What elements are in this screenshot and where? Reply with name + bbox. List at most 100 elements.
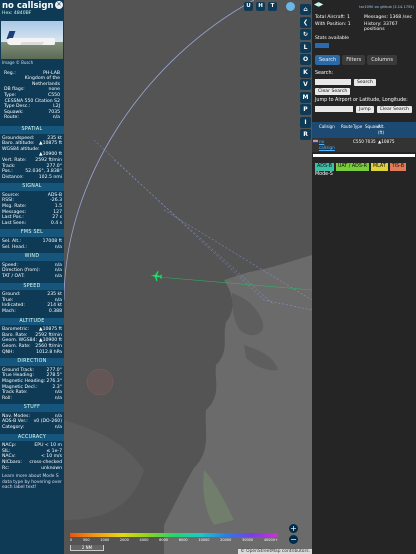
section-wind: WIND: [0, 253, 64, 261]
info-footer: Learn more about Mode S data type by hov…: [2, 474, 62, 491]
stats-grid: Total Aircraft: 1 Messages: 1368 /sec With…: [312, 12, 416, 36]
stat-cell: With Position: 1: [315, 21, 351, 27]
app-root: no callsign Hex: 4840BF ✕ Image © Busch …: [0, 0, 416, 554]
legend-chip[interactable]: UAT / ADS-R: [335, 162, 369, 171]
field-value: n/a: [54, 425, 62, 431]
table-scrollbar[interactable]: [313, 153, 415, 157]
cell-alt: ▲10875: [378, 138, 395, 144]
version-link[interactable]: tar1090 on github (3.14.1755): [359, 4, 414, 10]
signal-block: Source: ADS-B RSSI: -26.3 Msg. Rate: 1.5 Messa…: [0, 193, 64, 227]
section-altitude: ALTITUDE: [0, 317, 64, 326]
field-value: 0.388: [48, 308, 62, 314]
aircraft-table-body: no callsign C550 7035 ▲10875: [312, 137, 416, 152]
zoom-in-button[interactable]: +: [289, 524, 298, 533]
field-label: TAT / OAT:: [2, 274, 25, 279]
column-header[interactable]: [391, 124, 405, 136]
altitude-label: 6000: [159, 538, 169, 542]
field-label: Rc:: [2, 465, 10, 471]
direction-row: Roll: n/a: [0, 396, 64, 402]
map-button-t[interactable]: T: [268, 2, 277, 11]
cell-squawk: 7035: [365, 138, 376, 144]
search-box: Search: Search Clear Search Jump to Airp…: [312, 68, 416, 116]
toolbar-l[interactable]: L: [300, 41, 311, 53]
toolbar-k[interactable]: K: [300, 66, 311, 78]
column-header[interactable]: Route: [341, 124, 353, 136]
legend-chip[interactable]: TIS-B: [389, 162, 406, 171]
tab-search[interactable]: Search: [315, 54, 341, 65]
aircraft-photo[interactable]: [1, 21, 63, 59]
altitude-label: 2000: [119, 538, 129, 542]
map-button-h[interactable]: H: [256, 2, 265, 11]
table-row[interactable]: no callsign C550 7035 ▲10875: [312, 137, 416, 152]
callsign-title: no callsign: [2, 1, 54, 11]
toolbar-m[interactable]: M: [300, 91, 311, 103]
map-canvas[interactable]: U H T + − 0 500 1000 2000 4000 6000 8000 10000 2…: [64, 0, 312, 554]
altitude-label: 4000: [139, 538, 149, 542]
clear-search-button[interactable]: Clear Search: [315, 87, 351, 95]
field-label: Roll:: [2, 395, 12, 401]
section-stuff: STUFF: [0, 404, 64, 412]
hex-code: Hex: 4840BF: [2, 11, 32, 16]
spatial-row: Distance: 102.5 nmi: [0, 175, 64, 181]
registration-block: Reg.: PH-LAB Kingdom of the Netherlands DB …: [0, 69, 64, 123]
map-svg: [64, 0, 312, 554]
clear-jump-button[interactable]: Clear Search: [376, 105, 412, 113]
map-toolbar: ⌂ ❮ ↻ L O K V M P I R: [299, 0, 312, 554]
mode-s-label: Mode-S: [315, 171, 333, 177]
close-icon[interactable]: ✕: [55, 1, 63, 9]
cell-callsign[interactable]: no callsign: [319, 139, 341, 151]
toolbar-p[interactable]: P: [300, 104, 311, 115]
toolbar-o[interactable]: O: [300, 54, 311, 65]
fields_top-row: Route: n/a: [2, 115, 62, 121]
stuff-row: Category: n/a: [0, 425, 64, 431]
stats-button[interactable]: [315, 42, 329, 48]
field-value: n/a: [54, 274, 62, 279]
field-value: n/a: [52, 115, 60, 121]
photo-credit: Image © Busch: [2, 60, 34, 65]
tab-columns[interactable]: Columns: [367, 54, 397, 65]
toolbar-i[interactable]: I: [300, 116, 311, 128]
legend-chip[interactable]: MLAT: [370, 162, 388, 171]
field-label: Mach:: [2, 308, 16, 314]
altitude-color-bar: [70, 533, 278, 537]
altitude-label: 500: [82, 538, 90, 542]
column-header[interactable]: Callsign: [319, 124, 341, 136]
speed-block: Ground: 235 kt True: n/a Indicated: 214 kt Mac…: [0, 292, 64, 314]
info-header: no callsign Hex: 4840BF ✕: [0, 0, 64, 21]
map-button-u[interactable]: U: [244, 2, 253, 11]
wind-block: Speed: n/a Direction (from): n/a TAT / OAT: n…: [0, 263, 64, 280]
collapse-icon[interactable]: ❮: [300, 16, 311, 28]
jump-input[interactable]: [315, 106, 353, 112]
altitude-labels: 0 500 1000 2000 4000 6000 8000 10000 20000 30000 4…: [70, 538, 278, 542]
signal-row: Last Seen: 0.4 s: [0, 221, 64, 227]
layers-icon[interactable]: [286, 2, 295, 11]
sidebar-top: ◀▶ tar1090 on github (3.14.1755): [312, 0, 416, 12]
zoom-out-button[interactable]: −: [289, 535, 298, 544]
altitude-row: QNH: 1012.8 hPa: [0, 350, 64, 356]
field-value: 102.5 nmi: [38, 174, 62, 180]
column-header[interactable]: Alt. (ft): [378, 124, 391, 136]
jump-button[interactable]: Jump: [356, 105, 374, 113]
search-button[interactable]: Search: [354, 78, 376, 86]
cell-type: C550: [353, 138, 364, 144]
column-header[interactable]: Squawk: [365, 124, 381, 136]
column-header[interactable]: Type: [353, 124, 365, 136]
toolbar-r[interactable]: R: [300, 129, 311, 140]
source-legend: ADS-B UAT / ADS-R MLAT TIS-B: [312, 159, 416, 172]
section-direction: DIRECTION: [0, 358, 64, 366]
altitude-label: 20000: [220, 538, 232, 542]
search-input[interactable]: [315, 79, 351, 85]
section-accuracy: ACCURACY: [0, 433, 64, 442]
field-value: 0.4 s: [50, 220, 62, 226]
fms-row: Sel. Head.: n/a: [0, 245, 64, 251]
toolbar-v[interactable]: V: [300, 79, 311, 90]
tab-filters[interactable]: Filters: [342, 54, 366, 65]
field-label: Route:: [4, 115, 19, 121]
reset-icon[interactable]: ↻: [300, 29, 311, 40]
aircraft-info-panel: no callsign Hex: 4840BF ✕ Image © Busch …: [0, 0, 64, 554]
expand-arrows-icon[interactable]: ◀▶: [314, 2, 323, 8]
field-value: n/a: [54, 244, 62, 250]
legend-chip[interactable]: ADS-B: [315, 162, 334, 171]
home-icon[interactable]: ⌂: [300, 4, 311, 15]
stat-cell: History: 33767 positions: [364, 21, 398, 33]
